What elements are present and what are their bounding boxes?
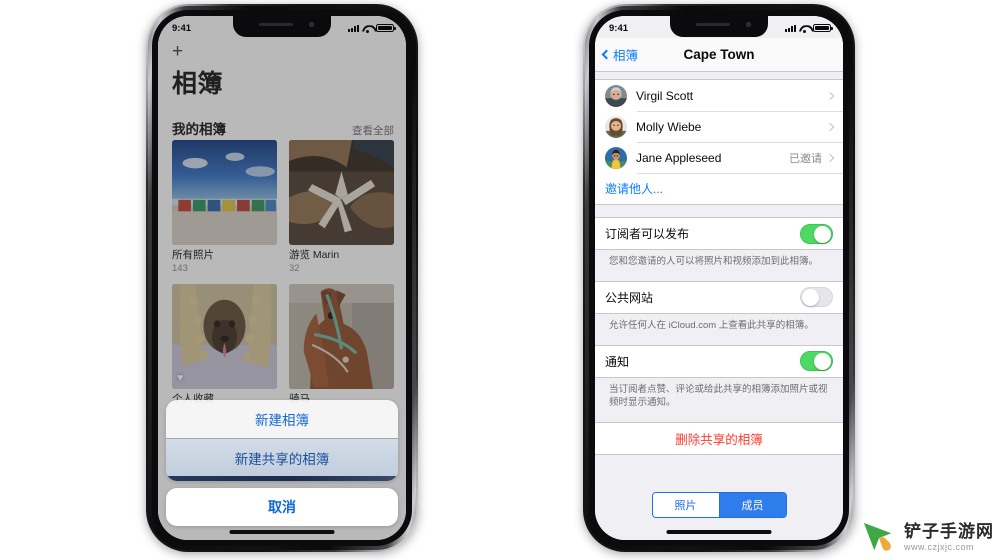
device-notch	[670, 16, 768, 37]
site-watermark: 铲子手游网 www.czjxjc.com	[860, 520, 994, 554]
watermark-title: 铲子手游网	[904, 521, 994, 541]
new-shared-album-button[interactable]: 新建共享的相簿	[166, 438, 398, 476]
cellular-bars-icon	[785, 24, 796, 33]
front-camera	[309, 22, 314, 27]
action-sheet-options: 新建相簿 新建共享的相簿	[166, 400, 398, 481]
avatar-image	[605, 115, 627, 138]
delete-group: 删除共享的相簿	[595, 422, 843, 456]
avatar-image	[605, 146, 627, 169]
public-website-group: 公共网站	[595, 280, 843, 314]
toggle-knob	[802, 289, 819, 307]
woman-yellow-top-avatar	[605, 146, 627, 169]
green-cursor-logo-icon	[863, 522, 892, 551]
toggle-knob	[814, 225, 831, 243]
chevron-right-icon	[825, 91, 835, 100]
cellular-bars-icon	[348, 24, 359, 33]
segmented-control: 照片 成员	[651, 492, 787, 518]
shared-album-settings: 相簿 Cape Town Virgil Scott Molly Wiebe Ja…	[595, 16, 843, 540]
home-indicator[interactable]	[666, 530, 772, 534]
delete-shared-album-label: 删除共享的相簿	[675, 433, 763, 448]
battery-icon	[813, 23, 833, 33]
earpiece-speaker	[696, 23, 730, 26]
invite-people-row[interactable]: 邀请他人...	[595, 173, 843, 204]
front-camera	[746, 22, 751, 27]
watermark-text: 铲子手游网 www.czjxjc.com	[904, 523, 994, 552]
chevron-right-icon	[825, 153, 835, 162]
setting-description: 允许任何人在 iCloud.com 上查看此共享的相簿。	[609, 319, 814, 331]
status-time: 9:41	[172, 22, 192, 34]
public-website-toggle[interactable]	[800, 287, 833, 308]
toggle-knob	[814, 353, 831, 371]
notifications-group: 通知	[595, 344, 843, 378]
nav-title: Cape Town	[683, 47, 755, 62]
people-group: Virgil Scott Molly Wiebe Jane Appleseed …	[595, 79, 843, 205]
man-grey-hair-avatar	[605, 84, 627, 107]
new-album-button[interactable]: 新建相簿	[166, 400, 398, 438]
setting-description: 当订阅者点赞、评论或给此共享的相簿添加照片或视频时显示通知。	[609, 383, 828, 409]
woman-smiling-avatar	[605, 115, 627, 138]
wifi-icon	[799, 24, 810, 33]
chevron-right-icon	[825, 122, 835, 131]
battery-icon	[376, 23, 396, 33]
watermark-url: www.czjxjc.com	[904, 541, 975, 552]
subscribers-can-post-group: 订阅者可以发布	[595, 217, 843, 250]
person-name: Jane Appleseed	[636, 150, 722, 165]
settings-scroll-area[interactable]: Virgil Scott Molly Wiebe Jane Appleseed …	[595, 72, 843, 540]
right-iphone-device: 相簿 Cape Town Virgil Scott Molly Wiebe Ja…	[583, 4, 855, 552]
right-phone-screen: 相簿 Cape Town Virgil Scott Molly Wiebe Ja…	[595, 16, 843, 540]
segment-photos[interactable]: 照片	[652, 493, 719, 517]
cancel-button[interactable]: 取消	[166, 488, 398, 526]
setting-description: 您和您邀请的人可以将照片和视频添加到此相簿。	[609, 256, 819, 267]
person-name: Virgil Scott	[636, 88, 694, 103]
bottom-segmented-control-wrap: 照片 成员	[595, 492, 843, 518]
navigation-bar: 相簿 Cape Town	[595, 38, 843, 72]
person-row[interactable]: Jane Appleseed 已邀请	[595, 142, 843, 173]
home-indicator[interactable]	[229, 530, 335, 534]
delete-shared-album-row[interactable]: 删除共享的相簿	[595, 423, 843, 455]
albums-app: + 相簿 我的相簿 查看全部 所有照片 143 游览 Marin 32 ♥ 新建…	[158, 16, 406, 540]
status-indicators	[348, 23, 396, 33]
person-row[interactable]: Molly Wiebe	[595, 111, 843, 142]
earpiece-speaker	[259, 23, 293, 26]
invite-people-label: 邀请他人...	[605, 182, 664, 196]
setting-label: 公共网站	[605, 290, 654, 305]
left-phone-screen: + 相簿 我的相簿 查看全部 所有照片 143 游览 Marin 32 ♥ 新建…	[158, 16, 406, 540]
subscribers-can-post-toggle[interactable]	[800, 223, 833, 244]
screenshot-canvas: + 相簿 我的相簿 查看全部 所有照片 143 游览 Marin 32 ♥ 新建…	[0, 0, 1000, 560]
setting-label: 通知	[605, 354, 630, 369]
setting-row-notifications[interactable]: 通知	[595, 345, 843, 377]
left-iphone-device: + 相簿 我的相簿 查看全部 所有照片 143 游览 Marin 32 ♥ 新建…	[146, 4, 418, 552]
notifications-toggle[interactable]	[800, 351, 833, 372]
person-row[interactable]: Virgil Scott	[595, 80, 843, 111]
status-indicators	[785, 23, 833, 33]
status-time: 9:41	[609, 22, 629, 34]
device-notch	[233, 16, 331, 37]
segment-members[interactable]: 成员	[718, 493, 786, 517]
avatar-image	[605, 84, 627, 107]
person-name: Molly Wiebe	[636, 119, 702, 134]
wifi-icon	[362, 24, 373, 33]
person-status: 已邀请	[789, 152, 822, 165]
setting-label: 订阅者可以发布	[605, 227, 690, 241]
sheet-bottom-indicator	[166, 476, 398, 481]
setting-row-subscribers-can-post[interactable]: 订阅者可以发布	[595, 218, 843, 249]
action-sheet: 新建相簿 新建共享的相簿 取消	[166, 400, 398, 526]
setting-row-public-website[interactable]: 公共网站	[595, 281, 843, 313]
